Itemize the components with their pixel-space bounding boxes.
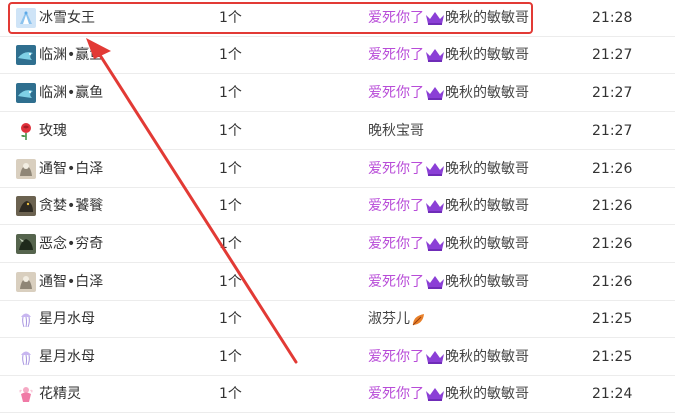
rose-icon (16, 121, 36, 141)
sender-name[interactable]: 爱死你了 晚秋的敏敏哥 (368, 348, 529, 366)
sender-name[interactable]: 爱死你了 晚秋的敏敏哥 (368, 160, 529, 178)
crown-icon (426, 238, 444, 251)
highlight-box (8, 2, 533, 34)
linyuan-yingyu-icon (16, 45, 36, 65)
sender-vip-prefix: 爱死你了 (368, 85, 424, 101)
baize-icon (16, 272, 36, 292)
sender-nickname: 晚秋的敏敏哥 (445, 47, 529, 63)
gift-quantity: 1个 (219, 161, 242, 177)
crown-icon (426, 87, 444, 100)
sender-name[interactable]: 爱死你了 晚秋的敏敏哥 (368, 84, 529, 102)
gift-name: 星月水母 (39, 349, 95, 365)
sender-name[interactable]: 淑芬儿 (368, 310, 426, 328)
sender-vip-prefix: 爱死你了 (368, 161, 424, 177)
sender-name[interactable]: 爱死你了 晚秋的敏敏哥 (368, 273, 529, 291)
gift-quantity: 1个 (219, 85, 242, 101)
leaf-icon (412, 313, 424, 325)
crown-icon (426, 351, 444, 364)
sender-nickname: 晚秋的敏敏哥 (445, 85, 529, 101)
gift-name: 花精灵 (39, 386, 81, 402)
gift-quantity: 1个 (219, 47, 242, 63)
list-item: 玫瑰 1个 晚秋宝哥 21:27 (0, 113, 675, 150)
jellyfish-icon (16, 309, 36, 329)
sender-nickname: 晚秋宝哥 (368, 123, 424, 139)
gift-name: 通智•白泽 (39, 274, 104, 290)
list-item: 恶念•穷奇 1个 爱死你了 晚秋的敏敏哥 21:26 (0, 226, 675, 263)
list-item: 贪婪•饕餮 1个 爱死你了 晚秋的敏敏哥 21:26 (0, 188, 675, 225)
sender-name[interactable]: 爱死你了 晚秋的敏敏哥 (368, 197, 529, 215)
baize-icon (16, 159, 36, 179)
gift-record-list: 冰雪女王 1个 爱死你了 晚秋的敏敏哥 21:28 临渊•赢鱼 1个 爱死你了 (0, 0, 675, 419)
sender-nickname: 淑芬儿 (368, 311, 410, 327)
gift-name: 临渊•赢鱼 (39, 85, 104, 101)
linyuan-yingyu-icon (16, 83, 36, 103)
gift-quantity: 1个 (219, 311, 242, 327)
crown-icon (426, 388, 444, 401)
record-time: 21:27 (592, 123, 633, 139)
sender-name[interactable]: 爱死你了 晚秋的敏敏哥 (368, 46, 529, 64)
gift-quantity: 1个 (219, 236, 242, 252)
gift-name: 恶念•穷奇 (39, 236, 104, 252)
record-time: 21:27 (592, 85, 633, 101)
gift-name: 临渊•赢鱼 (39, 47, 104, 63)
flower-fairy-icon (16, 384, 36, 404)
list-item: 临渊•赢鱼 1个 爱死你了 晚秋的敏敏哥 21:27 (0, 75, 675, 112)
sender-vip-prefix: 爱死你了 (368, 236, 424, 252)
record-time: 21:26 (592, 274, 633, 290)
sender-name[interactable]: 晚秋宝哥 (368, 122, 424, 140)
list-item: 通智•白泽 1个 爱死你了 晚秋的敏敏哥 21:26 (0, 264, 675, 301)
gift-name: 贪婪•饕餮 (39, 198, 104, 214)
crown-icon (426, 49, 444, 62)
sender-nickname: 晚秋的敏敏哥 (445, 198, 529, 214)
gift-name: 玫瑰 (39, 123, 67, 139)
sender-vip-prefix: 爱死你了 (368, 198, 424, 214)
taotie-icon (16, 196, 36, 216)
record-time: 21:28 (592, 10, 633, 26)
sender-vip-prefix: 爱死你了 (368, 386, 424, 402)
record-time: 21:26 (592, 198, 633, 214)
record-time: 21:26 (592, 236, 633, 252)
jellyfish-icon (16, 347, 36, 367)
record-time: 21:25 (592, 311, 633, 327)
crown-icon (426, 276, 444, 289)
sender-vip-prefix: 爱死你了 (368, 47, 424, 63)
sender-nickname: 晚秋的敏敏哥 (445, 161, 529, 177)
gift-quantity: 1个 (219, 274, 242, 290)
list-item: 通智•白泽 1个 爱死你了 晚秋的敏敏哥 21:26 (0, 151, 675, 188)
sender-nickname: 晚秋的敏敏哥 (445, 349, 529, 365)
list-item: 星月水母 1个 爱死你了 晚秋的敏敏哥 21:25 (0, 339, 675, 376)
sender-name[interactable]: 爱死你了 晚秋的敏敏哥 (368, 385, 529, 403)
sender-name[interactable]: 爱死你了 晚秋的敏敏哥 (368, 235, 529, 253)
list-item: 星月水母 1个 淑芬儿 21:25 (0, 301, 675, 338)
gift-quantity: 1个 (219, 349, 242, 365)
qiongqi-icon (16, 234, 36, 254)
sender-vip-prefix: 爱死你了 (368, 274, 424, 290)
gift-quantity: 1个 (219, 386, 242, 402)
sender-vip-prefix: 爱死你了 (368, 349, 424, 365)
gift-name: 星月水母 (39, 311, 95, 327)
crown-icon (426, 200, 444, 213)
gift-quantity: 1个 (219, 198, 242, 214)
record-time: 21:25 (592, 349, 633, 365)
sender-nickname: 晚秋的敏敏哥 (445, 236, 529, 252)
gift-quantity: 1个 (219, 123, 242, 139)
list-item: 花精灵 1个 爱死你了 晚秋的敏敏哥 21:24 (0, 376, 675, 413)
crown-icon (426, 163, 444, 176)
record-time: 21:24 (592, 386, 633, 402)
list-item: 临渊•赢鱼 1个 爱死你了 晚秋的敏敏哥 21:27 (0, 37, 675, 74)
sender-nickname: 晚秋的敏敏哥 (445, 274, 529, 290)
sender-nickname: 晚秋的敏敏哥 (445, 386, 529, 402)
gift-name: 通智•白泽 (39, 161, 104, 177)
record-time: 21:26 (592, 161, 633, 177)
record-time: 21:27 (592, 47, 633, 63)
